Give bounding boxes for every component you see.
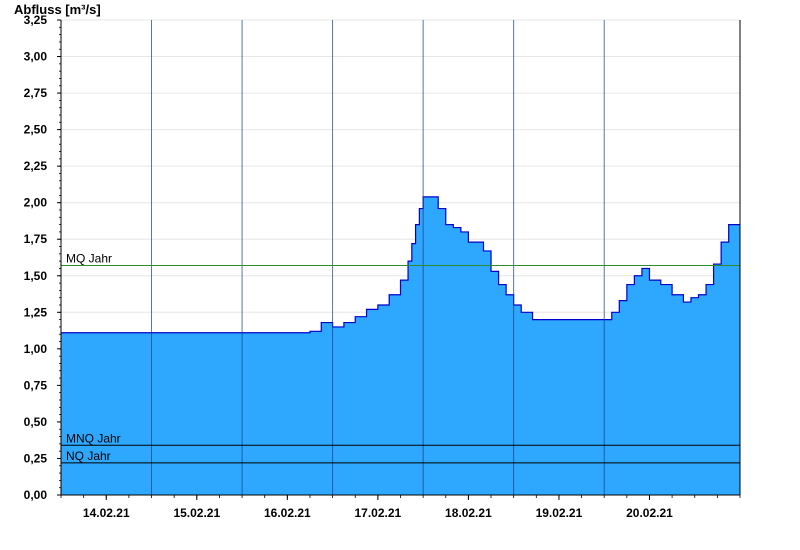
- y-tick-label: 0,50: [24, 415, 48, 429]
- x-tick-label: 18.02.21: [445, 506, 492, 520]
- x-tick-label: 20.02.21: [626, 506, 673, 520]
- y-tick-label: 3,25: [24, 13, 48, 27]
- y-tick-label: 2,75: [24, 86, 48, 100]
- x-tick-label: 16.02.21: [264, 506, 311, 520]
- y-tick-label: 1,25: [24, 305, 48, 319]
- y-tick-label: 2,25: [24, 159, 48, 173]
- y-tick-label: 0,75: [24, 378, 48, 392]
- x-ticks: 14.02.21 15.02.21 16.02.21 17.02.21 18.02.21…: [60, 495, 741, 520]
- y-tick-label: 1,00: [24, 342, 48, 356]
- series-area: [61, 196, 740, 495]
- y-tick-label: 3,00: [24, 50, 48, 64]
- y-ticks: 0,00 0,25 0,50 0,75 1,00 1,25 1,50 1,75 2,00 2,25…: [24, 13, 61, 502]
- reference-label: MNQ Jahr: [66, 431, 121, 445]
- x-tick-label: 14.02.21: [83, 506, 130, 520]
- chart: Abfluss [m³/s] MQ JahrMNQ JahrNQ Jahr 0,…: [14, 2, 741, 520]
- y-tick-label: 1,50: [24, 269, 48, 283]
- y-tick-label: 1,75: [24, 232, 48, 246]
- x-tick-label: 17.02.21: [355, 506, 402, 520]
- x-tick-label: 15.02.21: [173, 506, 220, 520]
- reference-label: MQ Jahr: [66, 252, 112, 266]
- y-tick-label: 0,25: [24, 451, 48, 465]
- y-tick-label: 2,50: [24, 123, 48, 137]
- reference-label: NQ Jahr: [66, 449, 111, 463]
- x-tick-label: 19.02.21: [536, 506, 583, 520]
- series-fill: [61, 196, 740, 495]
- y-tick-label: 2,00: [24, 196, 48, 210]
- y-tick-label: 0,00: [24, 488, 48, 502]
